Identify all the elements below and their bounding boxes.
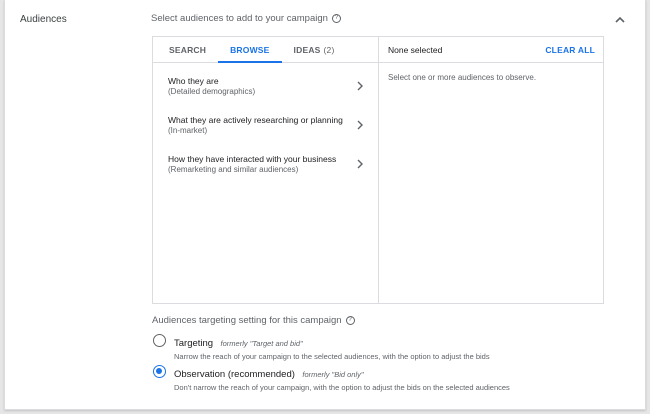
browse-list: Who they are (Detailed demographics) Wha…: [153, 63, 378, 183]
tab-ideas-label: IDEAS: [293, 44, 321, 55]
audience-picker: SEARCH BROWSE IDEAS (2) Who they are (De…: [152, 36, 604, 304]
chevron-up-icon[interactable]: [612, 12, 628, 28]
browse-item-title: How they have interacted with your busin…: [168, 153, 337, 164]
option-text: Targeting formerly "Target and bid" Narr…: [174, 333, 490, 361]
browse-item-subtitle: (Remarketing and similar audiences): [168, 164, 299, 174]
section-title: Audiences: [20, 14, 67, 25]
targeting-setting-title: Audiences targeting setting for this cam…: [152, 315, 355, 326]
help-icon[interactable]: ?: [345, 316, 355, 325]
help-icon[interactable]: ?: [331, 14, 341, 23]
section-description: Select audiences to add to your campaign…: [151, 13, 341, 24]
tab-ideas[interactable]: IDEAS (2): [282, 37, 347, 62]
section-description-text: Select audiences to add to your campaign: [151, 13, 328, 24]
browse-panel: SEARCH BROWSE IDEAS (2) Who they are (De…: [153, 37, 379, 303]
tab-bar: SEARCH BROWSE IDEAS (2): [153, 37, 378, 63]
chevron-right-icon: [357, 120, 363, 129]
browse-item-remarketing[interactable]: How they have interacted with your busin…: [153, 144, 378, 183]
option-text: Observation (recommended) formerly "Bid …: [174, 364, 510, 392]
browse-item-title: Who they are: [168, 75, 219, 86]
chevron-right-icon: [357, 81, 363, 90]
tab-search[interactable]: SEARCH: [157, 37, 218, 62]
option-label: Targeting: [174, 338, 214, 349]
browse-item-detailed-demographics[interactable]: Who they are (Detailed demographics): [153, 66, 378, 105]
browse-item-subtitle: (In-market): [168, 125, 208, 135]
targeting-setting-title-text: Audiences targeting setting for this cam…: [152, 315, 342, 326]
option-description: Narrow the reach of your campaign to the…: [174, 352, 490, 361]
browse-item-subtitle: (Detailed demographics): [168, 86, 256, 96]
tab-browse-label: BROWSE: [230, 44, 270, 55]
option-label: Observation (recommended): [174, 369, 295, 380]
targeting-radio[interactable]: [153, 334, 166, 347]
chevron-right-icon: [357, 159, 363, 168]
option-formerly: formerly "Bid only": [302, 370, 364, 379]
selection-hint: Select one or more audiences to observe.: [388, 73, 537, 82]
tab-ideas-count: (2): [323, 44, 335, 55]
selection-panel: None selected CLEAR ALL Select one or mo…: [379, 37, 603, 303]
audiences-card: Audiences Select audiences to add to you…: [4, 0, 646, 410]
tab-browse[interactable]: BROWSE: [218, 37, 283, 63]
option-targeting[interactable]: Targeting formerly "Target and bid" Narr…: [153, 333, 490, 361]
tab-search-label: SEARCH: [169, 44, 207, 55]
browse-item-title: What they are actively researching or pl…: [168, 114, 343, 125]
option-formerly: formerly "Target and bid": [220, 339, 303, 348]
option-observation[interactable]: Observation (recommended) formerly "Bid …: [153, 364, 510, 392]
selection-header: None selected CLEAR ALL: [379, 37, 603, 63]
observation-radio[interactable]: [153, 365, 166, 378]
browse-item-in-market[interactable]: What they are actively researching or pl…: [153, 105, 378, 144]
selection-status: None selected: [388, 44, 443, 55]
clear-all-button[interactable]: CLEAR ALL: [545, 45, 595, 55]
option-description: Don't narrow the reach of your campaign,…: [174, 383, 510, 392]
